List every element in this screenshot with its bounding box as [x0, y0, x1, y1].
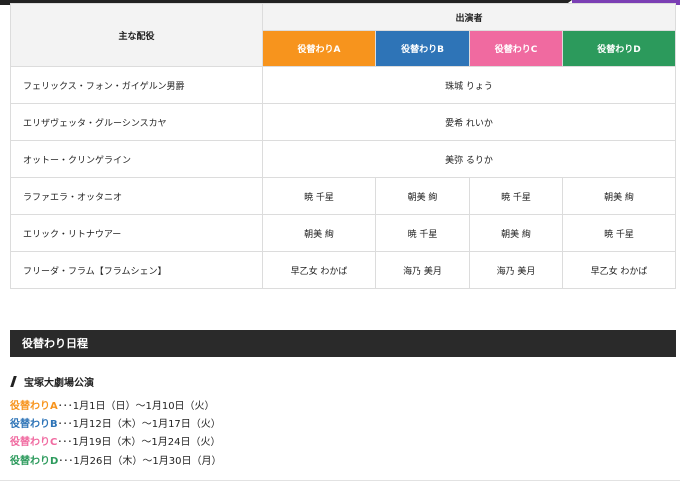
role-name: エリック・リトナウアー	[10, 214, 263, 252]
schedule-dates-b: ･･･1月12日（木）～1月17日（火）	[57, 419, 221, 430]
section-title-bar: 役替わり日程	[10, 330, 676, 357]
alternate-d-header: 役替わりD	[561, 30, 677, 67]
performer-name: 珠城 りょう	[261, 66, 677, 104]
alternate-c-header: 役替わりC	[469, 30, 563, 67]
table-row: フリーダ・フラム【フラムシェン】 早乙女 わかば 海乃 美月 海乃 美月 早乙女…	[10, 251, 677, 289]
schedule-item-c: 役替わりC･･･1月19日（木）～1月24日（火）	[10, 436, 221, 450]
table-row: オットー・クリンゲライン 美弥 るりか	[10, 140, 677, 178]
table-row: フェリックス・フォン・ガイゲルン男爵 珠城 りょう	[10, 66, 677, 104]
alternate-a-header: 役替わりA	[262, 30, 376, 67]
table-row: ラファエラ・オッタニオ 暁 千星 朝美 絢 暁 千星 朝美 絢	[10, 177, 677, 215]
venue-label: 宝塚大劇場公演	[24, 378, 94, 389]
bottom-divider	[0, 480, 680, 481]
performer-name-a: 早乙女 わかば	[262, 251, 376, 289]
performer-name-b: 朝美 絢	[375, 177, 470, 215]
performer-name-d: 早乙女 わかば	[561, 251, 677, 289]
performer-name-c: 暁 千星	[469, 177, 563, 215]
schedule-dates-a: ･･･1月1日（日）～1月10日（火）	[57, 401, 215, 412]
performer-name-b: 暁 千星	[375, 214, 470, 252]
performer-name-a: 暁 千星	[262, 177, 376, 215]
table-row: エリック・リトナウアー 朝美 絢 暁 千星 朝美 絢 暁 千星	[10, 214, 677, 252]
performer-name-c: 朝美 絢	[469, 214, 563, 252]
role-header: 主な配役	[10, 3, 263, 67]
performer-name-d: 朝美 絢	[561, 177, 677, 215]
schedule-item-d: 役替わりD･･･1月26日（木）～1月30日（月）	[10, 455, 222, 469]
schedule-label-b: 役替わりB	[10, 419, 58, 430]
performer-name: 愛希 れいか	[261, 103, 677, 141]
role-name: フェリックス・フォン・ガイゲルン男爵	[10, 66, 263, 104]
table-row: エリザヴェッタ・グルーシンスカヤ 愛希 れいか	[10, 103, 677, 141]
performer-name-d: 暁 千星	[561, 214, 677, 252]
schedule-item-b: 役替わりB･･･1月12日（木）～1月17日（火）	[10, 418, 221, 432]
schedule-label-c: 役替わりC	[10, 437, 58, 448]
role-name: オットー・クリンゲライン	[10, 140, 263, 178]
venue-heading: 宝塚大劇場公演	[10, 374, 94, 389]
slash-icon	[10, 376, 17, 387]
schedule-label-a: 役替わりA	[10, 401, 58, 412]
role-name: エリザヴェッタ・グルーシンスカヤ	[10, 103, 263, 141]
performer-name-b: 海乃 美月	[375, 251, 470, 289]
role-name: ラファエラ・オッタニオ	[10, 177, 263, 215]
role-name: フリーダ・フラム【フラムシェン】	[10, 251, 263, 289]
schedule-label-d: 役替わりD	[10, 456, 59, 467]
schedule-dates-d: ･･･1月26日（木）～1月30日（月）	[58, 456, 222, 467]
schedule-dates-c: ･･･1月19日（木）～1月24日（火）	[57, 437, 221, 448]
performer-name-a: 朝美 絢	[262, 214, 376, 252]
performer-header: 出演者	[261, 3, 677, 31]
alternate-b-header: 役替わりB	[375, 30, 470, 67]
performer-name-c: 海乃 美月	[469, 251, 563, 289]
schedule-item-a: 役替わりA･･･1月1日（日）～1月10日（火）	[10, 400, 215, 414]
cast-table: 主な配役 出演者 役替わりA 役替わりB 役替わりC 役替わりD フェリックス・…	[10, 3, 677, 289]
performer-name: 美弥 るりか	[261, 140, 677, 178]
